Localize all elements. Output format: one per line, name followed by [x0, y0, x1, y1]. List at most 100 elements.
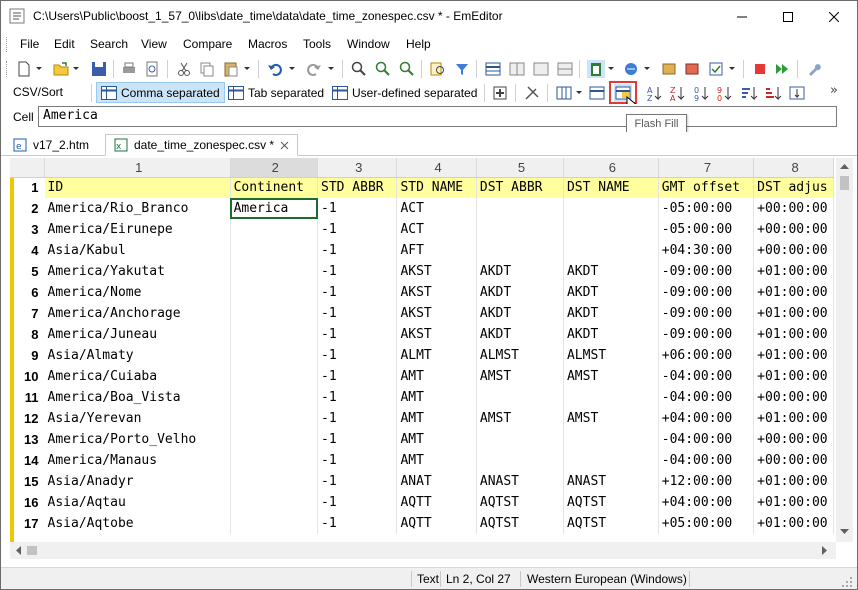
- status-position[interactable]: Ln 2, Col 27: [446, 572, 511, 586]
- find-icon[interactable]: [350, 60, 368, 78]
- grid-cell[interactable]: ALMST: [563, 345, 659, 366]
- grid-cell[interactable]: [230, 345, 319, 366]
- cut-icon[interactable]: [175, 60, 193, 78]
- grid-cell[interactable]: AFT: [396, 240, 477, 261]
- grid-cell[interactable]: -09:00:00: [658, 282, 755, 303]
- grid-cell[interactable]: America/Nome: [44, 282, 231, 303]
- comma-separated-button[interactable]: Comma separated: [96, 82, 225, 103]
- plugin-icon[interactable]: [660, 60, 678, 78]
- grid-cell[interactable]: America/Eirunepe: [44, 219, 231, 240]
- grid-cell[interactable]: America: [230, 198, 319, 219]
- grid-cell[interactable]: AKST: [396, 261, 477, 282]
- grid-cell[interactable]: AMST: [563, 408, 659, 429]
- grid-cell[interactable]: America/Boa_Vista: [44, 387, 231, 408]
- grid-cell[interactable]: DST NAME: [563, 177, 659, 198]
- grid-cell[interactable]: -1: [317, 240, 398, 261]
- tools-icon[interactable]: [523, 84, 541, 102]
- row-number[interactable]: 5: [10, 261, 45, 282]
- undo-icon[interactable]: [266, 60, 284, 78]
- scroll-down-icon[interactable]: [840, 529, 849, 535]
- grid-cell[interactable]: -1: [317, 492, 398, 513]
- grid-cell[interactable]: +00:00:00: [753, 450, 834, 471]
- grid-cell[interactable]: -09:00:00: [658, 324, 755, 345]
- column-header-7[interactable]: 7: [658, 158, 755, 178]
- row-number[interactable]: 8: [10, 324, 45, 345]
- grid-cell[interactable]: -04:00:00: [658, 429, 755, 450]
- row-number[interactable]: 10: [10, 366, 45, 387]
- sort-length-icon[interactable]: [740, 84, 758, 102]
- grid-cell[interactable]: -1: [317, 198, 398, 219]
- grid-cell[interactable]: [230, 303, 319, 324]
- grid-cell[interactable]: +01:00:00: [753, 366, 834, 387]
- grid-cell[interactable]: +00:00:00: [753, 429, 834, 450]
- copy-icon[interactable]: [198, 60, 216, 78]
- grid-cell[interactable]: AQTT: [396, 513, 477, 534]
- grid-cell[interactable]: AKDT: [563, 282, 659, 303]
- grid-cell[interactable]: [476, 387, 564, 408]
- wrench-icon[interactable]: [805, 60, 823, 78]
- sort-advanced-icon[interactable]: [788, 84, 806, 102]
- grid-cell[interactable]: AKDT: [563, 261, 659, 282]
- grid-cell[interactable]: DST adjus: [753, 177, 834, 198]
- grid-cell[interactable]: [476, 240, 564, 261]
- column-header-4[interactable]: 4: [396, 158, 477, 178]
- grid-cell[interactable]: [230, 513, 319, 534]
- vertical-scroll-thumb[interactable]: [840, 176, 849, 190]
- row-number[interactable]: 2: [10, 198, 45, 219]
- horizontal-scrollbar[interactable]: [10, 542, 836, 559]
- close-tab-icon[interactable]: [280, 141, 289, 150]
- menu-compare[interactable]: Compare: [183, 37, 232, 51]
- resize-grip-icon[interactable]: [841, 576, 853, 588]
- status-encoding[interactable]: Western European (Windows): [527, 572, 687, 586]
- grid-cell[interactable]: +00:00:00: [753, 219, 834, 240]
- grid-cell[interactable]: AMT: [396, 408, 477, 429]
- row-number[interactable]: 9: [10, 345, 45, 366]
- cell-value-input[interactable]: America: [38, 106, 837, 127]
- grid-cell[interactable]: -1: [317, 282, 398, 303]
- column-header-2[interactable]: 2: [230, 158, 319, 178]
- grid-cell[interactable]: [230, 492, 319, 513]
- grid-cell[interactable]: AMT: [396, 387, 477, 408]
- grid-cell[interactable]: -04:00:00: [658, 366, 755, 387]
- sort-a-z-icon[interactable]: AZ: [646, 84, 664, 102]
- find-in-files-icon[interactable]: [429, 60, 447, 78]
- scroll-up-icon[interactable]: [840, 163, 849, 169]
- grid-cell[interactable]: AKST: [396, 303, 477, 324]
- grid-cell[interactable]: Asia/Almaty: [44, 345, 231, 366]
- grid-cell[interactable]: [230, 471, 319, 492]
- print-icon[interactable]: [120, 60, 138, 78]
- grid-cell[interactable]: +00:00:00: [753, 198, 834, 219]
- grid-cell[interactable]: -1: [317, 450, 398, 471]
- grid-cell[interactable]: Asia/Kabul: [44, 240, 231, 261]
- grid-cell[interactable]: [563, 240, 659, 261]
- grid-cell[interactable]: +04:30:00: [658, 240, 755, 261]
- row-number[interactable]: 11: [10, 387, 45, 408]
- menu-tools[interactable]: Tools: [303, 37, 331, 51]
- menu-grip[interactable]: [6, 37, 9, 52]
- grid-cell[interactable]: Asia/Yerevan: [44, 408, 231, 429]
- grid-cell[interactable]: America/Anchorage: [44, 303, 231, 324]
- checklist-dropdown-icon[interactable]: [729, 67, 735, 70]
- filter-icon[interactable]: [453, 60, 471, 78]
- grid-cell[interactable]: ACT: [396, 219, 477, 240]
- row-number[interactable]: 4: [10, 240, 45, 261]
- column-header-6[interactable]: 6: [563, 158, 659, 178]
- grid-cell[interactable]: AQTT: [396, 492, 477, 513]
- clipboard-dropdown-icon[interactable]: [608, 67, 614, 70]
- paste-dropdown-icon[interactable]: [244, 67, 250, 70]
- menu-search[interactable]: Search: [90, 37, 128, 51]
- grid-cell[interactable]: -1: [317, 261, 398, 282]
- grid-cell[interactable]: -1: [317, 429, 398, 450]
- grid-cell[interactable]: DST ABBR: [476, 177, 564, 198]
- print-preview-icon[interactable]: [143, 60, 161, 78]
- grid-cell[interactable]: AQTST: [476, 492, 564, 513]
- grid-cell[interactable]: [230, 240, 319, 261]
- grid-cell[interactable]: ID: [44, 177, 231, 198]
- scroll-right-icon[interactable]: [822, 546, 828, 555]
- grid-cell[interactable]: +04:00:00: [658, 408, 755, 429]
- row-number[interactable]: 15: [10, 471, 45, 492]
- menu-edit[interactable]: Edit: [54, 37, 75, 51]
- grid-cell[interactable]: AMST: [563, 366, 659, 387]
- columns-dropdown-icon[interactable]: [576, 91, 582, 94]
- column-header-8[interactable]: 8: [753, 158, 834, 178]
